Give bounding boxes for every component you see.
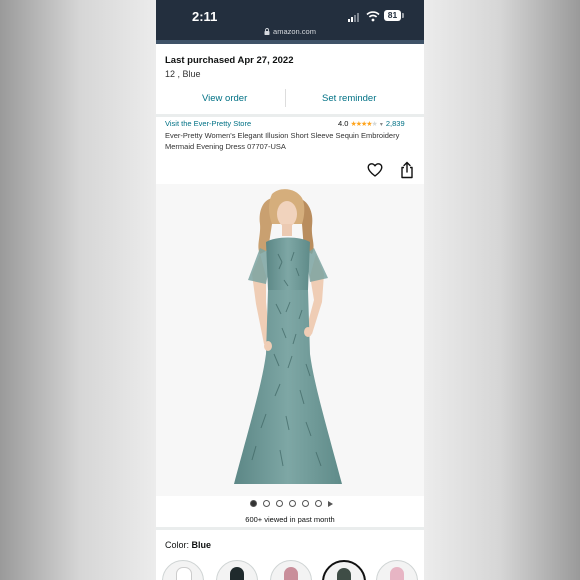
color-swatch[interactable] [162, 560, 204, 580]
set-reminder-link[interactable]: Set reminder [322, 93, 376, 104]
url-text: amazon.com [273, 27, 316, 36]
header-accent-bar [156, 40, 424, 44]
selected-color: Blue [191, 540, 212, 550]
swatch-dress-thumbnail [284, 567, 298, 580]
wifi-icon [366, 11, 380, 22]
purchase-actions: View order Set reminder [156, 86, 424, 112]
rating-count[interactable]: 2,839 [386, 119, 405, 128]
action-divider [285, 89, 286, 107]
last-purchased-details: 12 , Blue [165, 69, 201, 79]
battery-tip [402, 13, 404, 18]
lock-icon [264, 28, 270, 35]
star-rating-icon: ★★★★★ [350, 121, 377, 128]
section-divider [156, 527, 424, 530]
battery-icon: 81 [384, 10, 401, 21]
product-image[interactable] [156, 184, 424, 496]
signal-icon [348, 12, 362, 22]
last-purchased-card: Last purchased Apr 27, 2022 12 , Blue Vi… [156, 46, 424, 116]
phone-screen: 2:11 81 amazon.com Last purchased Apr 27… [156, 0, 424, 580]
color-swatch[interactable] [376, 560, 418, 580]
color-swatch-selected[interactable] [322, 560, 366, 580]
rating-value: 4.0 [338, 119, 349, 128]
swatch-dress-thumbnail [390, 567, 404, 580]
color-label: Color: [165, 540, 190, 550]
color-swatch[interactable] [270, 560, 312, 580]
address-bar[interactable]: amazon.com [156, 27, 424, 36]
swatch-dress-thumbnail [230, 567, 244, 580]
share-icon[interactable] [399, 161, 415, 179]
rating-summary[interactable]: 4.0 ★★★★★ ▾ 2,839 [338, 119, 405, 128]
product-title: Ever-Pretty Women's Elegant Illusion Sho… [165, 131, 400, 151]
pagination-dot[interactable] [276, 500, 283, 507]
color-swatch[interactable] [216, 560, 258, 580]
pagination-dot[interactable] [289, 500, 296, 507]
section-divider [156, 114, 424, 117]
viewed-count: 600+ viewed in past month [245, 515, 335, 524]
status-bar: 2:11 81 amazon.com [156, 0, 424, 44]
pagination-dot[interactable] [263, 500, 270, 507]
heart-icon[interactable] [367, 162, 383, 178]
video-play-icon[interactable] [328, 500, 333, 507]
color-selection-label: Color: Blue [165, 540, 211, 550]
color-swatches [156, 560, 424, 580]
view-order-link[interactable]: View order [202, 93, 247, 104]
pagination-dot[interactable] [315, 500, 322, 507]
status-time: 2:11 [192, 9, 218, 24]
image-pagination [156, 500, 424, 510]
swatch-dress-thumbnail [337, 568, 351, 580]
swatch-dress-thumbnail [176, 567, 192, 580]
product-image-gallery[interactable] [156, 184, 424, 496]
chevron-down-icon: ▾ [379, 122, 383, 128]
pagination-dot[interactable] [302, 500, 309, 507]
pagination-dot[interactable] [250, 500, 257, 507]
store-link[interactable]: Visit the Ever-Pretty Store [165, 119, 251, 128]
last-purchased-title: Last purchased Apr 27, 2022 [165, 55, 294, 66]
